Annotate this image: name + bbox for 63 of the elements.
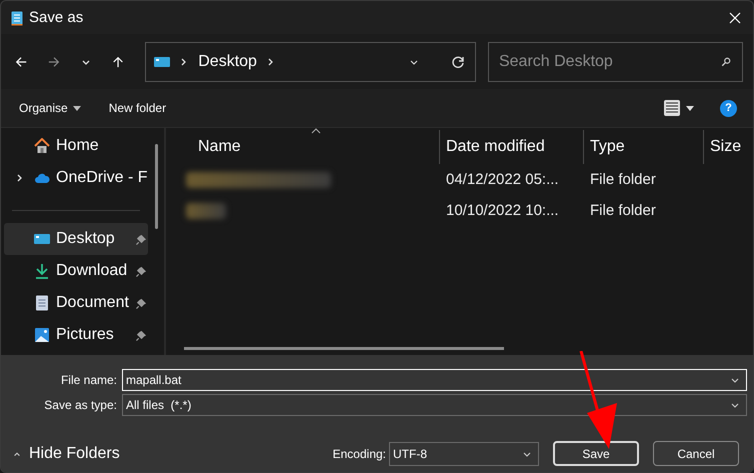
cancel-button[interactable]: Cancel (653, 441, 739, 466)
save-button[interactable]: Save (553, 441, 639, 466)
sidebar-item-label: Document (56, 294, 130, 312)
table-cell-text: File folder (589, 202, 657, 219)
sidebar-item-label: Home (56, 137, 100, 155)
refresh-icon[interactable] (450, 54, 465, 68)
sort-ascending-icon (311, 128, 321, 134)
desktop-icon (154, 56, 170, 68)
window-title: Save as (29, 9, 84, 26)
search-field[interactable]: Search Desktop (488, 42, 743, 82)
search-icon (720, 56, 731, 66)
sidebar-item-label: Download (56, 262, 128, 280)
caret-icon[interactable] (686, 106, 694, 110)
notepad-icon (11, 10, 23, 26)
field-label: Encoding: (332, 446, 386, 460)
column-header[interactable]: Name (166, 130, 440, 164)
scrollbar[interactable] (155, 144, 158, 229)
scrollbar[interactable] (184, 347, 504, 350)
caret-icon (72, 106, 81, 110)
pin-icon (136, 330, 147, 340)
download-icon (34, 263, 50, 279)
forward-arrow-icon[interactable] (48, 54, 60, 68)
sidebar-item[interactable]: Home (4, 130, 148, 162)
help-button[interactable]: ? (720, 100, 737, 116)
field-label: File name: (60, 373, 118, 387)
chevron-right-icon (180, 56, 188, 66)
table-cell-text: File folder (589, 171, 657, 188)
breadcrumb-item[interactable]: Desktop (198, 52, 257, 70)
table-cell-text: 10/10/2022 10:... (445, 202, 560, 219)
save-as-type-dropdown[interactable]: All files (*.*) (122, 394, 747, 416)
organise-menu-button[interactable]: Organise (11, 97, 89, 119)
back-arrow-icon[interactable] (15, 54, 28, 68)
sidebar-item-label: OneDrive - F (56, 169, 148, 187)
sidebar-item[interactable]: Desktop (4, 223, 148, 255)
encoding-dropdown[interactable]: UTF-8 (389, 442, 539, 466)
close-icon[interactable] (729, 12, 741, 24)
sidebar-item[interactable]: OneDrive - F (4, 162, 148, 194)
sidebar-item-label: Desktop (56, 230, 116, 248)
file-name-field[interactable]: mapall.bat (122, 369, 747, 391)
sidebar-item[interactable]: Document (4, 287, 148, 319)
chevron-right-icon[interactable] (16, 173, 24, 183)
view-list-icon[interactable] (664, 100, 680, 116)
up-arrow-icon[interactable] (112, 54, 124, 68)
address-bar[interactable]: Desktop (145, 42, 476, 82)
sidebar-item[interactable]: Pictures (4, 319, 148, 351)
blurred-file-name (186, 202, 226, 218)
sidebar-item-label: Pictures (56, 326, 115, 344)
chevron-right-icon[interactable] (266, 56, 275, 66)
sidebar-item[interactable]: Download (4, 255, 148, 287)
column-header[interactable]: Date modified (440, 130, 584, 164)
column-header[interactable]: Type (584, 130, 704, 164)
pin-icon (136, 298, 147, 308)
column-header[interactable]: Size (704, 130, 753, 164)
home-icon (34, 138, 50, 154)
new-folder-button[interactable]: New folder (100, 97, 174, 119)
field-label: Save as type: (43, 398, 118, 412)
hide-folders-button[interactable]: Hide Folders (1, 444, 120, 462)
document-icon (34, 295, 50, 311)
picture-icon (34, 327, 50, 343)
table-cell-text: 04/12/2022 05:... (445, 171, 560, 188)
desktop-icon (34, 231, 50, 247)
pin-icon (136, 234, 147, 244)
pin-icon (136, 266, 147, 276)
